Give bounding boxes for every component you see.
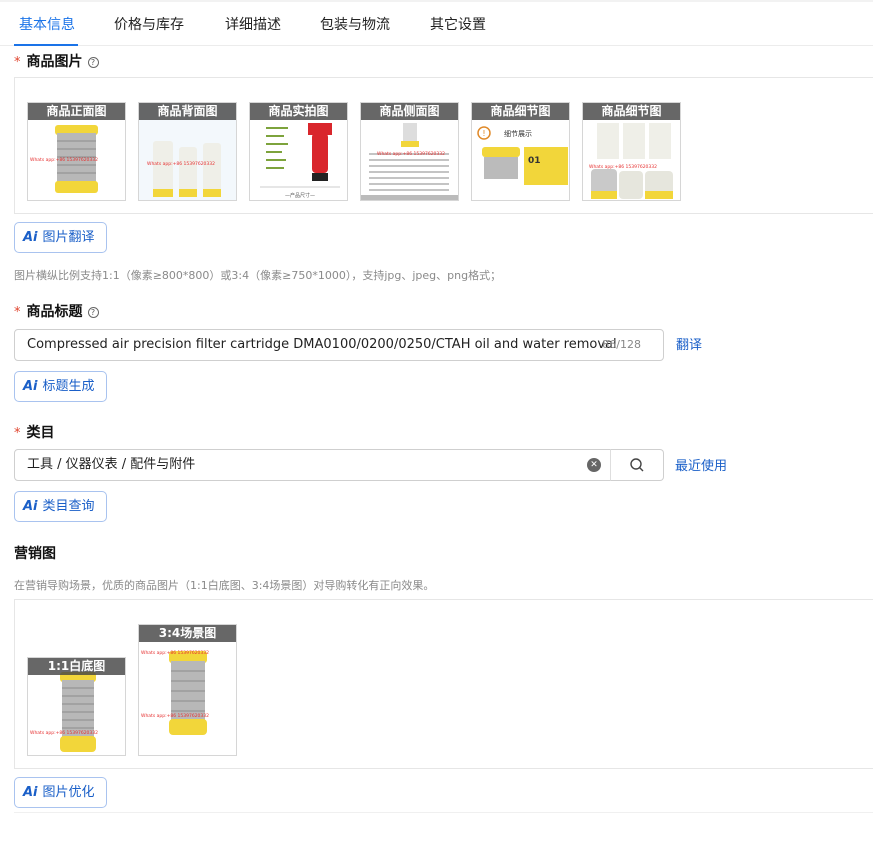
watermark-text: Whats app:+86 15397620332 xyxy=(30,730,98,736)
tab-packaging-logistics[interactable]: 包装与物流 xyxy=(320,14,390,34)
watermark-text: Whats app:+86 15397620332 xyxy=(589,164,657,170)
thumb-caption: 商品正面图 xyxy=(28,103,125,120)
ai-icon: Ai xyxy=(23,785,38,800)
product-image-side[interactable]: Whats app:+86 15397620332 商品侧面图 xyxy=(360,102,459,201)
image-optimize-button[interactable]: Ai 图片优化 xyxy=(14,777,107,808)
category-query-label: 类目查询 xyxy=(42,499,95,514)
tab-other-settings[interactable]: 其它设置 xyxy=(430,14,486,34)
watermark-text: Whats app:+86 15397620332 xyxy=(141,713,209,719)
category-label: * 类目 xyxy=(14,422,55,442)
product-title-label-text: 商品标题 xyxy=(26,304,83,320)
clear-icon[interactable]: ✕ xyxy=(587,458,601,472)
svg-text:!: ! xyxy=(482,129,485,138)
marketing-image-scene[interactable]: Whats app:+86 15397620332 Whats app:+86 … xyxy=(138,624,237,756)
image-translate-label: 图片翻译 xyxy=(42,230,95,245)
thumb-caption: 商品实拍图 xyxy=(250,103,347,120)
watermark-text: Whats app:+86 15397620332 xyxy=(147,161,215,167)
help-icon[interactable]: ? xyxy=(87,57,99,68)
product-title-label: * 商品标题? xyxy=(14,301,99,321)
product-title-input[interactable]: Compressed air precision filter cartridg… xyxy=(14,329,664,361)
title-char-counter: 86/128 xyxy=(602,338,641,351)
tab-basic-info[interactable]: 基本信息 xyxy=(19,14,75,34)
watermark-text: Whats app:+86 15397620332 xyxy=(30,157,98,163)
product-images-panel: Whats app:+86 15397620332 商品正面图 Whats ap… xyxy=(14,77,873,214)
title-generate-label: 标题生成 xyxy=(42,379,95,394)
thumb-caption: 商品细节图 xyxy=(583,103,680,120)
tab-description[interactable]: 详细描述 xyxy=(225,14,281,34)
size-label: —产品尺寸— xyxy=(285,192,315,199)
thumb-caption: 商品细节图 xyxy=(472,103,569,120)
product-images-hint: 图片横纵比例支持1:1（像素≥800*800）或3:4（像素≥750*1000）… xyxy=(14,269,502,282)
category-value: 工具 / 仪器仪表 / 配件与附件 xyxy=(27,457,196,472)
thumb-caption: 商品背面图 xyxy=(139,103,236,120)
divider xyxy=(14,812,873,813)
category-search-button[interactable] xyxy=(610,449,664,481)
category-input[interactable]: 工具 / 仪器仪表 / 配件与附件 xyxy=(14,449,611,481)
product-title-value: Compressed air precision filter cartridg… xyxy=(27,337,617,352)
ai-icon: Ai xyxy=(23,379,38,394)
tab-bar: 基本信息 价格与库存 详细描述 包装与物流 其它设置 xyxy=(0,0,873,46)
marketing-label: 营销图 xyxy=(14,546,56,562)
product-image-detail-1[interactable]: ! 细节展示 01 商品细节图 xyxy=(471,102,570,201)
marketing-photo-scene: Whats app:+86 15397620332 Whats app:+86 … xyxy=(141,650,209,735)
watermark-text: Whats app:+86 15397620332 xyxy=(141,650,209,656)
active-tab-indicator xyxy=(14,44,78,46)
thumb-caption: 3:4场景图 xyxy=(139,625,236,642)
thumb-caption: 1:1白底图 xyxy=(28,658,125,675)
title-generate-button[interactable]: Ai 标题生成 xyxy=(14,371,107,402)
tab-price-stock[interactable]: 价格与库存 xyxy=(114,14,184,34)
image-optimize-label: 图片优化 xyxy=(42,785,95,800)
ai-icon: Ai xyxy=(23,499,38,514)
recent-used-link[interactable]: 最近使用 xyxy=(675,455,727,474)
product-image-back[interactable]: Whats app:+86 15397620332 商品背面图 xyxy=(138,102,237,201)
category-label-text: 类目 xyxy=(26,425,55,441)
help-icon[interactable]: ? xyxy=(87,307,99,318)
marketing-images-panel: Whats app:+86 15397620332 1:1白底图 Whats a… xyxy=(14,599,873,769)
translate-link[interactable]: 翻译 xyxy=(676,334,702,353)
search-icon xyxy=(630,458,644,472)
required-mark: * xyxy=(14,305,21,320)
category-query-button[interactable]: Ai 类目查询 xyxy=(14,491,107,522)
image-translate-button[interactable]: Ai 图片翻译 xyxy=(14,222,107,253)
product-images-label-text: 商品图片 xyxy=(26,54,83,70)
product-image-detail-2[interactable]: Whats app:+86 15397620332 商品细节图 xyxy=(582,102,681,201)
product-images-label: * 商品图片? xyxy=(14,51,99,71)
marketing-image-white-bg[interactable]: Whats app:+86 15397620332 1:1白底图 xyxy=(27,657,126,756)
watermark-text: Whats app:+86 15397620332 xyxy=(377,151,445,157)
ai-icon: Ai xyxy=(23,230,38,245)
detail-title: 细节展示 xyxy=(504,129,532,138)
detail-number: 01 xyxy=(528,156,541,166)
product-image-real-shot[interactable]: —产品尺寸— 商品实拍图 xyxy=(249,102,348,201)
product-image-front[interactable]: Whats app:+86 15397620332 商品正面图 xyxy=(27,102,126,201)
thumb-caption: 商品侧面图 xyxy=(361,103,458,120)
required-mark: * xyxy=(14,55,21,70)
required-mark: * xyxy=(14,426,21,441)
marketing-hint: 在营销导购场景，优质的商品图片（1:1白底图、3:4场景图）对导购转化有正向效果… xyxy=(14,579,435,592)
